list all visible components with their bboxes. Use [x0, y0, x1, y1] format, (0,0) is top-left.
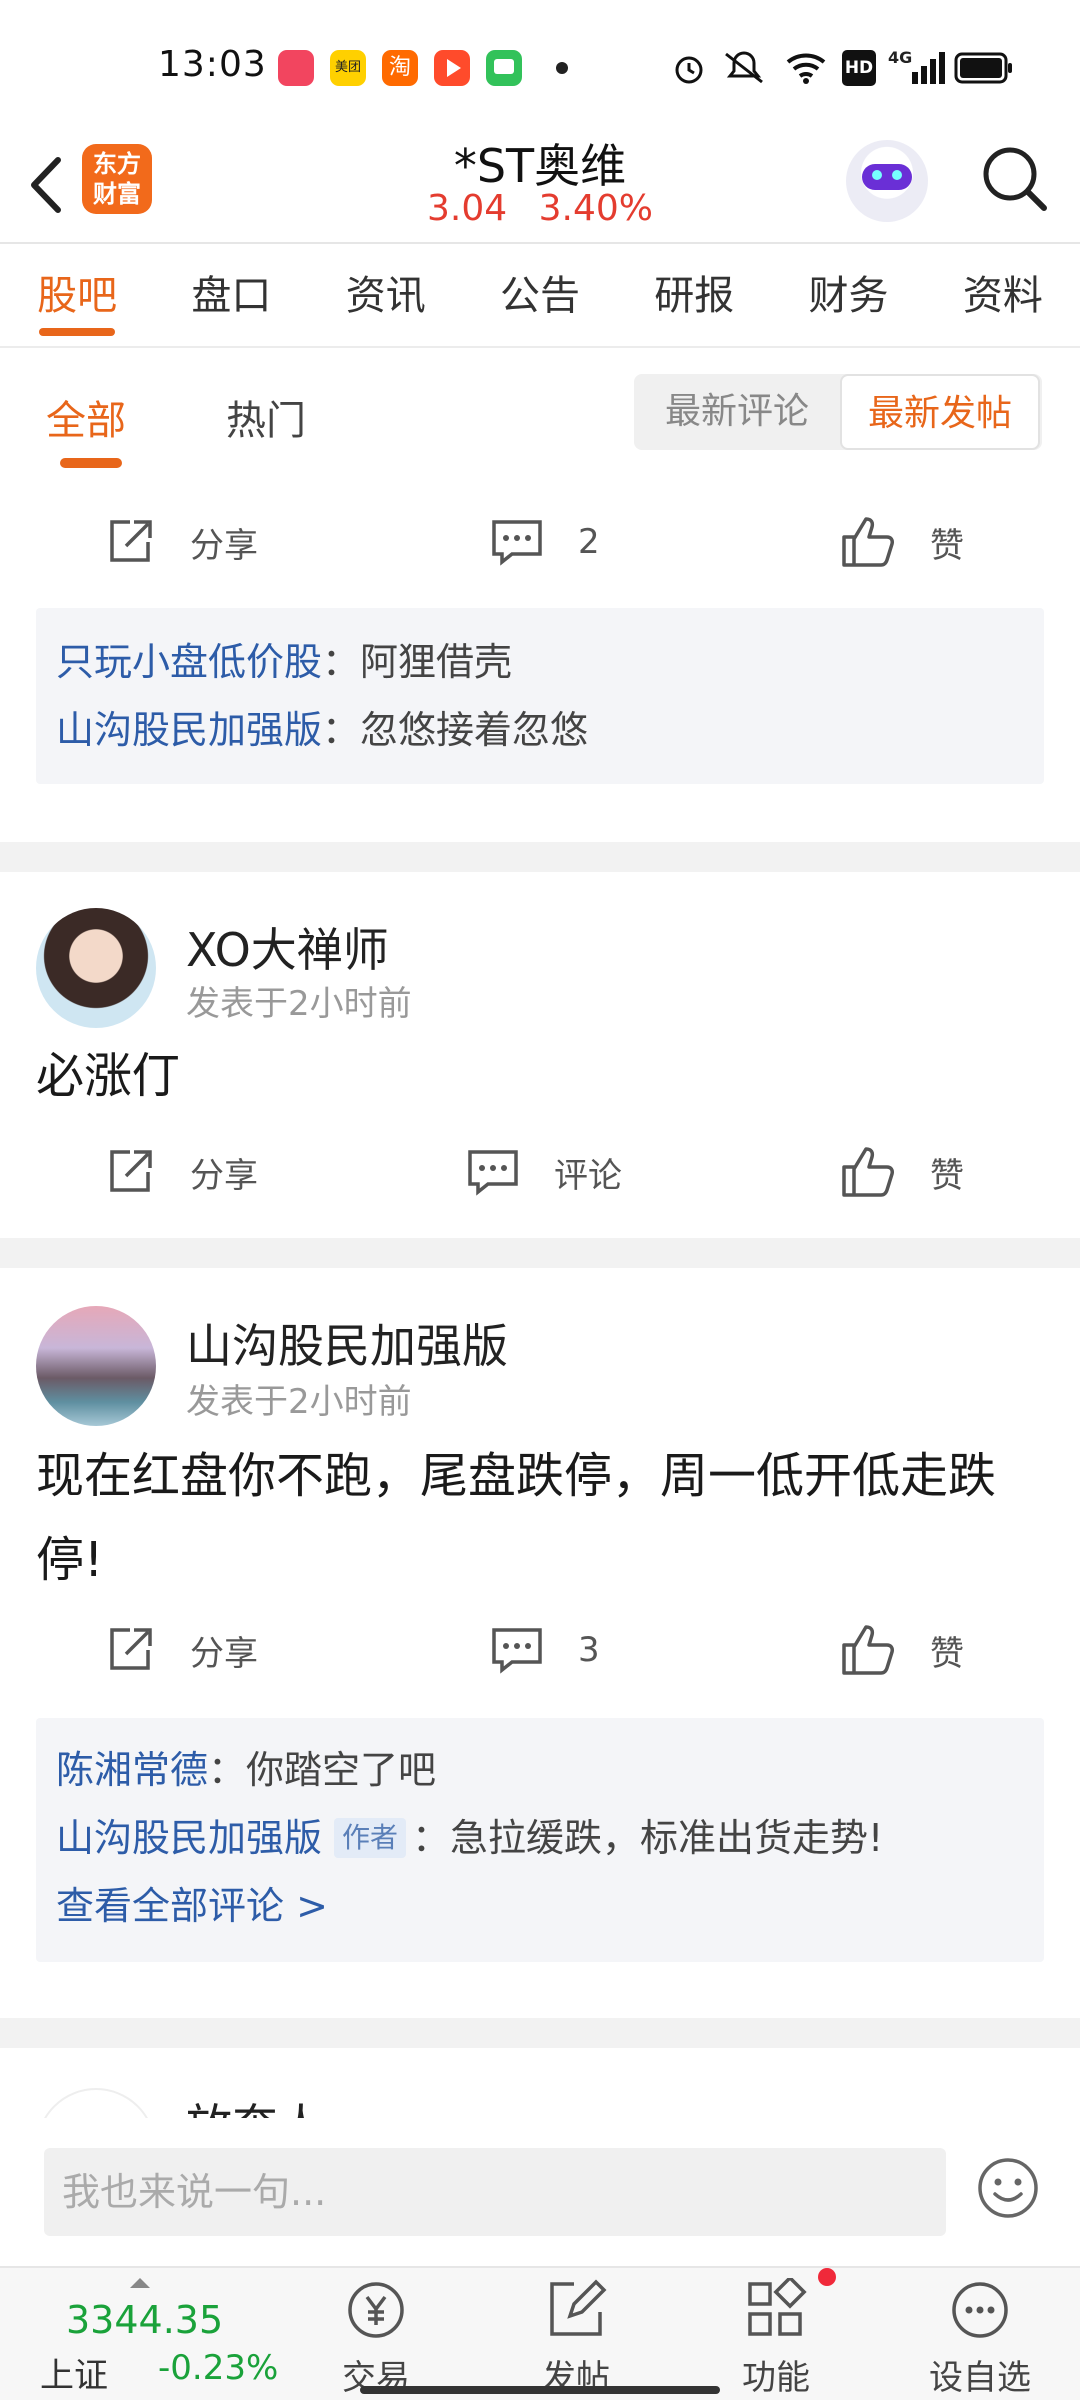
grid-apps-icon	[748, 2278, 807, 2336]
username[interactable]: 放奔人	[186, 2090, 324, 2118]
post-content[interactable]: 现在红盘你不跑，尾盘跌停，周一低开低走跌停!	[36, 1434, 1046, 1602]
comment-button[interactable]: 2	[490, 502, 600, 582]
post-content[interactable]: 必涨仃	[36, 1034, 1046, 1118]
hd-badge: HD	[842, 50, 876, 86]
chat-app-icon	[486, 50, 522, 86]
trade-yuan-icon	[348, 2282, 404, 2338]
tab-news[interactable]: 资讯	[309, 244, 463, 346]
ai-assistant-robot-icon[interactable]	[846, 140, 928, 222]
index-name[interactable]: 上证	[40, 2348, 108, 2397]
comment-button[interactable]: 评论	[466, 1132, 622, 1212]
post-actions: 分享 2 赞	[0, 502, 1080, 582]
share-button[interactable]: 分享	[104, 502, 258, 582]
post-feed: 分享 2 赞 只玩小盘低价股：阿狸借壳 山沟股民加强版：忽悠接着忽悠 XO大禅师…	[0, 478, 1080, 2118]
comment-preview-box: 只玩小盘低价股：阿狸借壳 山沟股民加强版：忽悠接着忽悠	[36, 608, 1044, 784]
share-icon	[110, 1150, 152, 1192]
divider	[0, 1238, 1080, 1268]
search-icon[interactable]	[978, 142, 1050, 214]
comment-icon	[468, 1150, 518, 1196]
share-icon	[110, 520, 152, 562]
comment-line[interactable]: 只玩小盘低价股：阿狸借壳	[36, 628, 1044, 696]
sort-toggle: 最新评论 最新发帖	[634, 374, 1042, 450]
nav-add-watchlist[interactable]: 设自选	[920, 2278, 1040, 2399]
author-badge: 作者	[334, 1818, 407, 1858]
tab-pankou[interactable]: 盘口	[154, 244, 308, 346]
share-button[interactable]: 分享	[104, 1610, 258, 1690]
view-all-comments-link[interactable]: 查看全部评论 >	[36, 1872, 1044, 1940]
user-avatar[interactable]	[36, 1306, 156, 1426]
reply-bar: 我也来说一句...	[0, 2118, 1080, 2266]
status-bar: 13:03 美团 淘 HD 4G	[0, 0, 1080, 130]
post-actions: 分享 评论 赞	[0, 1132, 1080, 1212]
index-change[interactable]: -0.23%	[158, 2348, 278, 2388]
more-circle-icon	[952, 2282, 1008, 2338]
alarm-icon	[675, 56, 703, 84]
stock-price: 3.04	[427, 188, 508, 229]
like-button[interactable]: 赞	[840, 1132, 964, 1212]
thumbs-up-icon	[842, 1625, 894, 1675]
emoji-icon[interactable]	[976, 2156, 1040, 2220]
username[interactable]: 山沟股民加强版	[186, 1310, 508, 1376]
sort-latest-comment-button[interactable]: 最新评论	[634, 374, 840, 450]
post-time: 发表于2小时前	[186, 1382, 412, 1422]
sub-tabs: 全部 热门 最新评论 最新发帖	[0, 348, 1080, 478]
post-actions: 分享 3 赞	[0, 1610, 1080, 1690]
user-avatar[interactable]	[36, 908, 156, 1028]
share-icon	[110, 1628, 152, 1670]
comment-icon	[492, 520, 542, 566]
post-time: 发表于2小时前	[186, 984, 412, 1024]
tab-profile[interactable]: 资料	[926, 244, 1080, 346]
clock: 13:03	[158, 44, 267, 85]
divider	[0, 842, 1080, 872]
meituan-app-icon: 美团	[330, 50, 366, 86]
mute-icon	[725, 51, 763, 84]
thumbs-up-icon	[842, 517, 894, 567]
like-button[interactable]: 赞	[840, 502, 964, 582]
edit-post-icon	[550, 2279, 607, 2336]
comment-button[interactable]: 3	[490, 1610, 600, 1690]
nav-trade[interactable]: 交易	[316, 2278, 436, 2399]
comment-preview-box: 陈湘常德：你踏空了吧 山沟股民加强版 作者 ：急拉缓跌，标准出货走势! 查看全部评论…	[36, 1718, 1044, 1962]
nav-post[interactable]: 发帖	[516, 2278, 636, 2399]
comment-icon	[492, 1628, 542, 1674]
battery-icon	[954, 52, 1012, 84]
comment-line[interactable]: 陈湘常德：你踏空了吧	[36, 1736, 1044, 1804]
bottom-nav: 3344.35 上证 -0.23% 交易 发帖 功能 设自选	[0, 2266, 1080, 2400]
username[interactable]: XO大禅师	[186, 914, 389, 980]
music-app-icon	[278, 50, 314, 86]
taobao-app-icon: 淘	[382, 50, 418, 86]
stock-change-percent: 3.40%	[538, 188, 653, 229]
tab-announcements[interactable]: 公告	[463, 244, 617, 346]
like-button[interactable]: 赞	[840, 1610, 964, 1690]
notification-dot-icon	[556, 62, 568, 74]
comment-line[interactable]: 山沟股民加强版：忽悠接着忽悠	[36, 696, 1044, 764]
caret-up-icon	[130, 2278, 150, 2288]
tab-guba[interactable]: 股吧	[0, 244, 154, 346]
notification-badge	[818, 2268, 836, 2286]
reply-input[interactable]: 我也来说一句...	[44, 2148, 946, 2236]
share-button[interactable]: 分享	[104, 1132, 258, 1212]
video-app-icon	[434, 50, 470, 86]
tab-research[interactable]: 研报	[617, 244, 771, 346]
user-avatar[interactable]	[36, 2088, 156, 2118]
divider	[0, 2018, 1080, 2048]
main-tabs: 股吧 盘口 资讯 公告 研报 财务 资料	[0, 244, 1080, 348]
tab-finance[interactable]: 财务	[771, 244, 925, 346]
index-value[interactable]: 3344.35	[66, 2298, 223, 2342]
sort-latest-post-button[interactable]: 最新发帖	[840, 374, 1040, 450]
thumbs-up-icon	[842, 1147, 894, 1197]
comment-line[interactable]: 山沟股民加强版 作者 ：急拉缓跌，标准出货走势!	[36, 1804, 1044, 1872]
subtab-hot[interactable]: 热门	[226, 388, 306, 446]
home-indicator[interactable]	[360, 2386, 720, 2394]
nav-functions[interactable]: 功能	[716, 2278, 836, 2399]
signal-icon: 4G	[888, 48, 948, 86]
wifi-icon	[786, 53, 826, 84]
stock-header: 东方 财富 *ST奥维 3.04 3.40%	[0, 130, 1080, 244]
subtab-all[interactable]: 全部	[46, 388, 126, 468]
